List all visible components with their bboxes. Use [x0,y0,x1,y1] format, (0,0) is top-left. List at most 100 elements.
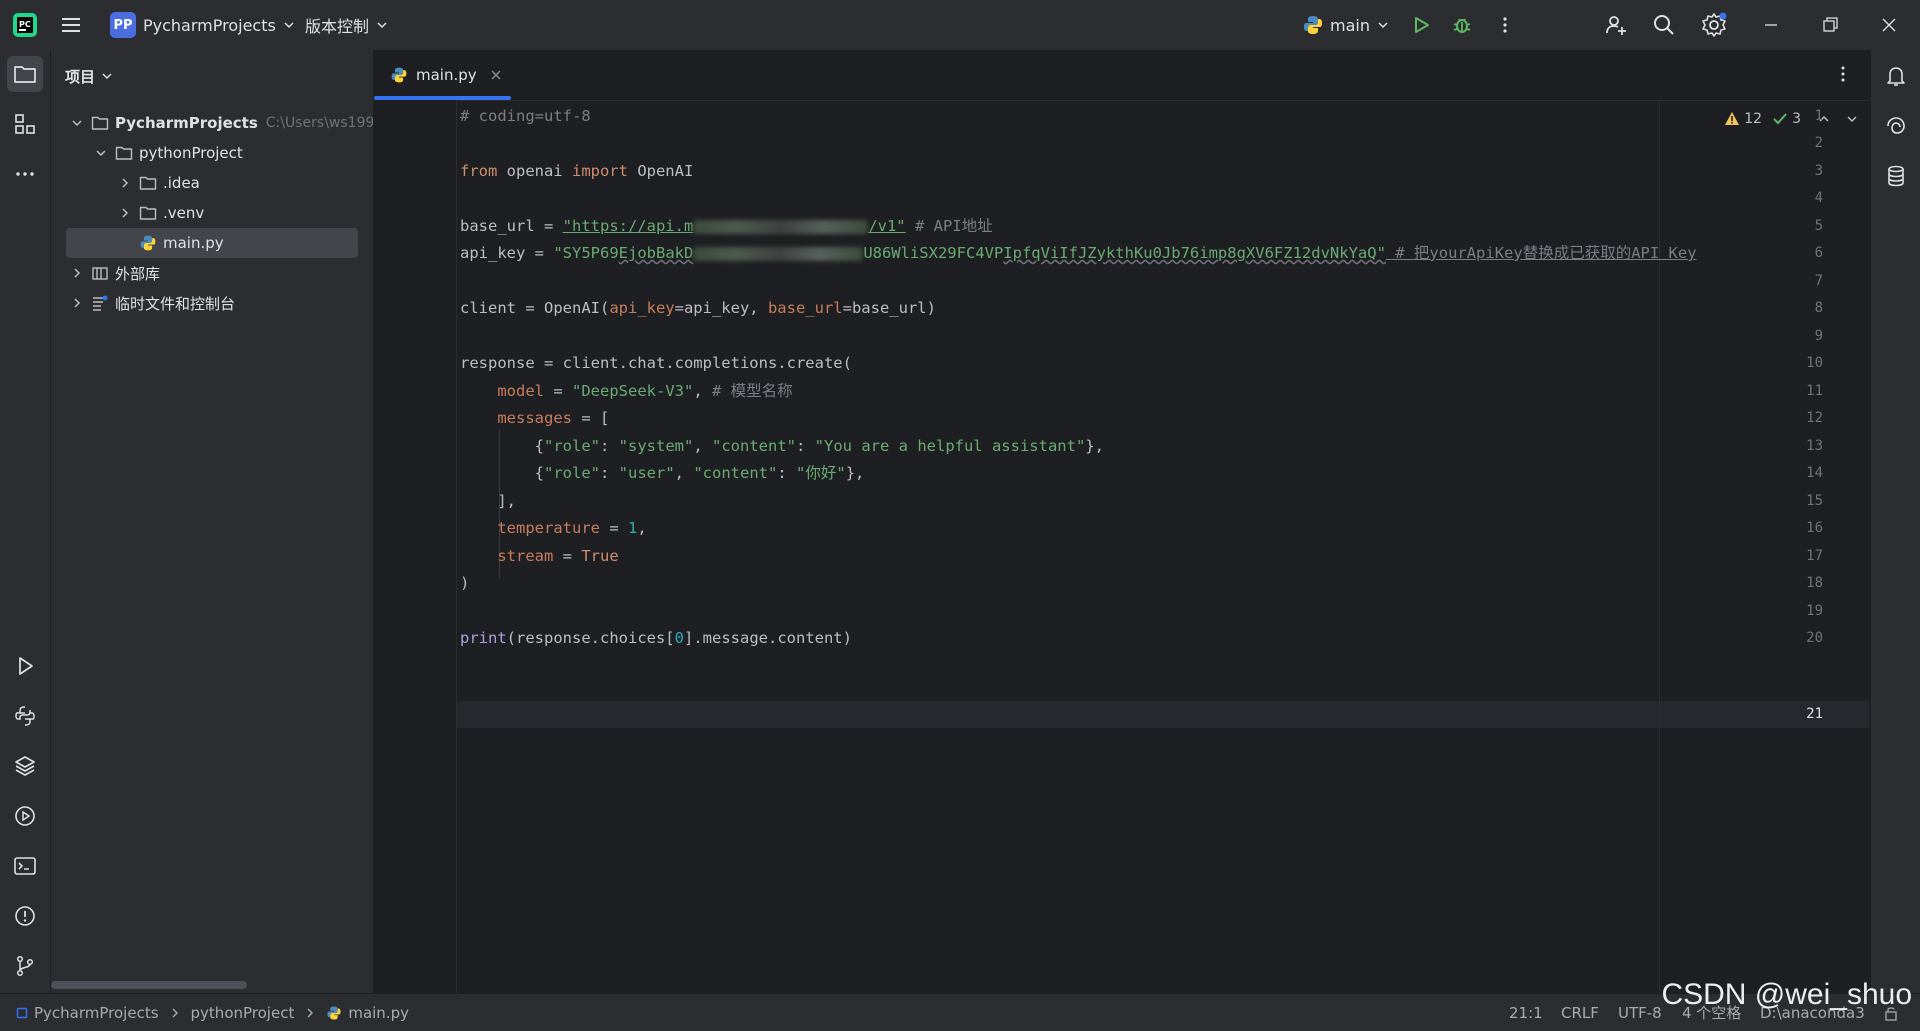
right-margin-guide [1659,100,1660,993]
chevron-down-icon [102,73,112,80]
code-line-14[interactable]: {"role": "user", "content": "你好"}, [460,460,865,487]
folder-icon [115,146,133,160]
tree-item-main-py[interactable]: main.py [51,228,373,258]
run-button[interactable] [1410,0,1432,50]
left-tool-strip [0,50,51,993]
tree-item-external-libraries[interactable]: 外部库 [51,258,373,288]
search-button[interactable] [1652,0,1676,50]
run-tool-button[interactable] [7,648,43,684]
git-tool-button[interactable] [7,948,43,984]
tree-item-pythonproject[interactable]: pythonProject [51,138,373,168]
code-with-me-button[interactable] [1604,0,1628,50]
chevron-down-icon[interactable] [1845,112,1859,126]
code-text: , [693,437,712,455]
terminal-tool-button[interactable] [7,848,43,884]
line-number: 3 [1814,163,1823,179]
tree-item-idea[interactable]: .idea [51,168,373,198]
vcs-menu[interactable]: 版本控制 [305,0,388,50]
line-number: 6 [1814,245,1823,261]
code-line-12[interactable]: messages = [ [460,405,609,432]
code-text: client = OpenAI( [460,299,610,317]
code-line-11[interactable]: model = "DeepSeek-V3", # 模型名称 [460,378,792,405]
tree-item-label: .idea [163,174,200,192]
editor-tab-options-button[interactable] [1833,64,1853,84]
more-horizontal-icon [16,172,34,176]
run-config-selector[interactable]: main [1302,0,1389,50]
ai-assistant-button[interactable] [1878,108,1914,144]
code-line-10[interactable]: response = client.chat.completions.creat… [460,350,852,377]
line-number: 15 [1806,493,1823,509]
project-panel-scrollbar[interactable] [51,981,247,989]
settings-button[interactable] [1701,0,1727,50]
code-line-20[interactable]: print(response.choices[0].message.conten… [460,625,852,652]
project-switcher[interactable]: PP PycharmProjects [110,0,295,50]
code-text: =api_key, [674,299,768,317]
caret-position[interactable]: 21:1 [1509,994,1543,1031]
problems-tool-button[interactable] [7,898,43,934]
pycharm-logo-icon[interactable]: PC [12,0,38,50]
line-number: 17 [1806,548,1823,564]
code-text: { [460,464,544,482]
project-badge: PP [110,12,136,38]
python-file-icon [327,1005,341,1020]
line-number: 1 [1814,108,1823,124]
code-line-16[interactable]: temperature = 1, [460,515,646,542]
close-window-button[interactable] [1880,0,1898,50]
tree-item-label: pythonProject [139,144,243,162]
database-icon [1888,165,1904,187]
code-line-3[interactable]: from openai import OpenAI [460,158,693,185]
python-packages-button[interactable] [7,748,43,784]
breadcrumb-item[interactable]: PycharmProjects [34,1004,159,1022]
code-line-18[interactable]: ) [460,570,469,597]
code-line-8[interactable]: client = OpenAI(api_key=api_key, base_ur… [460,295,936,322]
tree-item-scratches[interactable]: 临时文件和控制台 [51,288,373,318]
watermark: CSDN @wei_shuo [1661,978,1912,1011]
project-panel: 项目 PycharmProjects C:\Users\ws199\I pyth… [51,50,374,993]
python-console-button[interactable] [7,698,43,734]
folder-icon [139,176,157,190]
line-number: 4 [1814,190,1823,206]
more-tools-button[interactable] [7,156,43,192]
code-text: (response.choices[ [506,629,675,647]
code-text: ], [460,492,516,510]
project-tool-button[interactable] [7,56,43,92]
code-param: model [460,382,544,400]
file-encoding[interactable]: UTF-8 [1618,994,1662,1031]
debug-button[interactable] [1451,0,1473,50]
notifications-button[interactable] [1878,58,1914,94]
run-icon [19,657,33,675]
line-separator[interactable]: CRLF [1561,994,1599,1031]
restore-button[interactable] [1821,0,1839,50]
code-text: openai [497,162,572,180]
tab-main-py[interactable]: main.py [374,50,517,100]
code-line-17[interactable]: stream = True [460,543,618,570]
project-panel-title[interactable]: 项目 [65,64,113,88]
code-line-1[interactable]: # coding=utf-8 [460,103,591,130]
main-menu-icon[interactable] [60,0,82,50]
line-number-gutter[interactable] [374,100,457,993]
chevron-down-icon [284,22,294,29]
services-tool-button[interactable] [7,798,43,834]
chevron-right-icon [74,298,81,308]
code-line-15[interactable]: ], [460,488,516,515]
tree-item-venv[interactable]: .venv [51,198,373,228]
chevron-down-icon [377,22,387,29]
breadcrumb-item[interactable]: pythonProject [191,1004,295,1022]
code-line-5[interactable]: base_url = "https://api.m/v1" # API地址 [460,213,993,240]
breadcrumb-item[interactable]: main.py [348,1004,409,1022]
more-actions-button[interactable] [1494,0,1516,50]
close-tab-icon[interactable] [489,68,503,82]
chevron-right-icon [307,1008,314,1017]
line-number: 11 [1806,383,1823,399]
code-line-13[interactable]: {"role": "system", "content": "You are a… [460,433,1104,460]
python-icon [1304,16,1322,34]
structure-tool-button[interactable] [7,106,43,142]
line-number: 8 [1814,300,1823,316]
minimize-button[interactable] [1762,0,1780,50]
database-button[interactable] [1878,158,1914,194]
tree-item-pycharmprojects[interactable]: PycharmProjects C:\Users\ws199\I [51,108,373,138]
line-number: 5 [1814,218,1823,234]
code-text: }, [1085,437,1104,455]
code-line-6[interactable]: api_key = "SY5P69EjobBakD U86WliSX29FC4VP… [460,240,1697,267]
tree-item-label: PycharmProjects [115,114,258,132]
